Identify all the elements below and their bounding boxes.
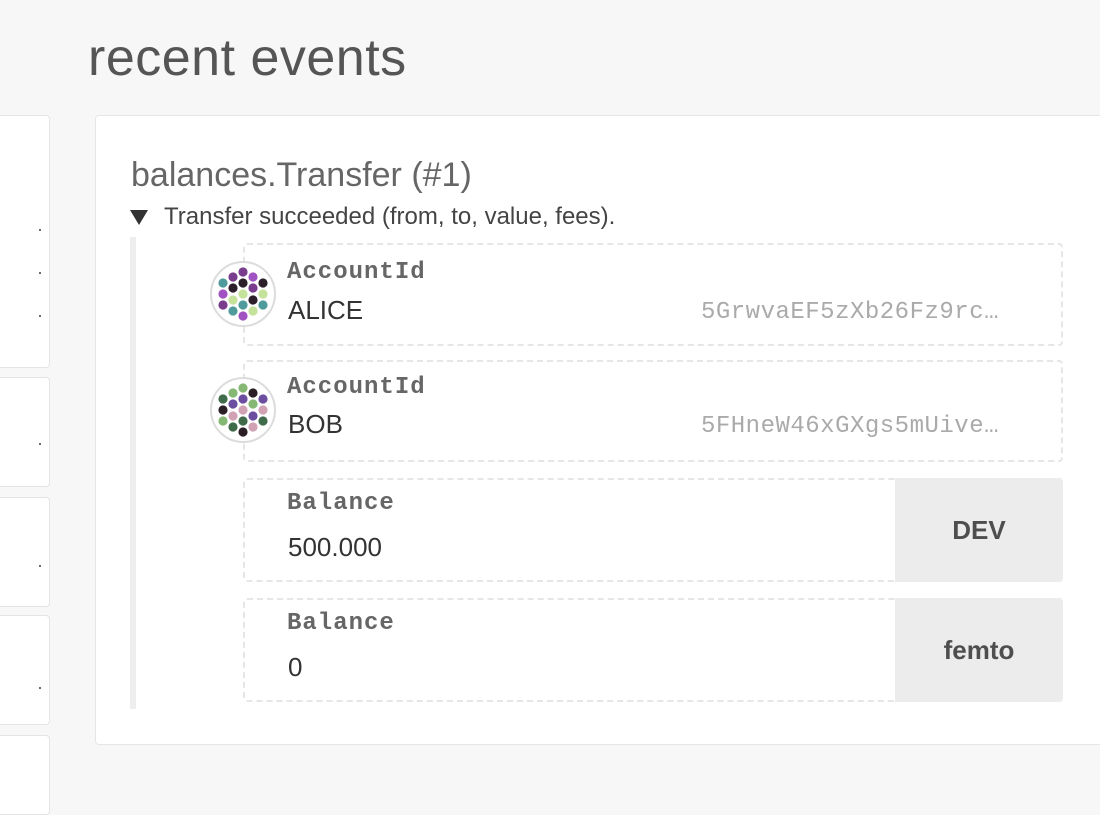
identicon-dot <box>228 295 238 305</box>
identicon-dot <box>228 411 238 421</box>
identicon-dot <box>248 272 258 282</box>
balance-value: 0 <box>288 652 303 682</box>
identicon-dot <box>238 267 248 277</box>
param-type-label: Balance <box>287 490 395 517</box>
identicon-dot <box>248 422 258 432</box>
ellipsis-dot: · <box>37 433 43 453</box>
event-card[interactable]: balances.Transfer (#1) Transfer succeede… <box>95 115 1100 745</box>
unit-dropdown[interactable]: DEV <box>895 478 1063 582</box>
identicon-dot <box>238 278 248 288</box>
param-balance-value[interactable]: Balance 500.000 DEV <box>243 478 1063 582</box>
identicon-dot <box>228 306 238 316</box>
left-card-4[interactable]: · <box>0 615 50 725</box>
identicon-dot <box>248 399 258 409</box>
identicon-dot <box>248 306 258 316</box>
identicon-dot <box>258 394 268 404</box>
left-card-5[interactable] <box>0 735 50 815</box>
left-card-3[interactable]: · <box>0 497 50 607</box>
param-type-label: Balance <box>287 610 395 637</box>
identicon-dot <box>228 272 238 282</box>
identicon-dot <box>248 295 258 305</box>
param-account-bob[interactable]: AccountId BOB 5FHneW46xGXgs5mUive… <box>243 360 1063 462</box>
identicon-dot <box>238 311 248 321</box>
identicon-dot <box>218 300 228 310</box>
page-title: recent events <box>88 29 407 87</box>
identicon-dot <box>218 289 228 299</box>
identicon-dot <box>238 394 248 404</box>
left-card-1[interactable]: · · · <box>0 115 50 368</box>
identicon-dot <box>258 289 268 299</box>
identicon-dot <box>258 416 268 426</box>
identicon-dot <box>228 422 238 432</box>
identicon-dot <box>258 405 268 415</box>
account-address[interactable]: 5GrwvaEF5zXb26Fz9rc… <box>701 299 999 326</box>
identicon-dot <box>238 289 248 299</box>
params-indent-bar <box>130 237 136 709</box>
identicon-dot <box>228 399 238 409</box>
account-name: ALICE <box>288 295 364 325</box>
account-address[interactable]: 5FHneW46xGXgs5mUive… <box>701 413 999 440</box>
identicon-dot <box>258 300 268 310</box>
identicon-dot <box>228 388 238 398</box>
account-name: BOB <box>288 409 343 439</box>
balance-value: 500.000 <box>288 532 382 562</box>
identicon-icon[interactable] <box>210 261 276 327</box>
ellipsis-dot: · <box>37 677 43 697</box>
identicon-dot <box>238 416 248 426</box>
identicon-dot <box>218 405 228 415</box>
identicon-dot <box>218 416 228 426</box>
identicon-dot <box>248 283 258 293</box>
identicon-dot <box>228 283 238 293</box>
ellipsis-dot: · <box>37 219 43 239</box>
identicon-pattern <box>218 267 268 321</box>
unit-dropdown[interactable]: femto <box>895 598 1063 702</box>
identicon-dot <box>248 411 258 421</box>
caret-down-icon[interactable] <box>130 209 148 225</box>
identicon-dot <box>258 278 268 288</box>
event-summary-toggle[interactable]: Transfer succeeded (from, to, value, fee… <box>130 203 615 231</box>
identicon-pattern <box>218 383 268 437</box>
identicon-dot <box>238 383 248 393</box>
param-type-label: AccountId <box>287 259 426 286</box>
param-account-alice[interactable]: AccountId ALICE 5GrwvaEF5zXb26Fz9rc… <box>243 243 1063 346</box>
identicon-dot <box>248 388 258 398</box>
left-card-2[interactable]: · <box>0 377 50 487</box>
ellipsis-dot: · <box>37 555 43 575</box>
ellipsis-dot: · <box>37 305 43 325</box>
identicon-dot <box>238 300 248 310</box>
identicon-dot <box>238 427 248 437</box>
identicon-dot <box>218 278 228 288</box>
identicon-icon[interactable] <box>210 377 276 443</box>
event-title: balances.Transfer (#1) <box>131 156 472 194</box>
identicon-dot <box>218 394 228 404</box>
param-type-label: AccountId <box>287 374 426 401</box>
event-summary-text: Transfer succeeded (from, to, value, fee… <box>164 203 616 230</box>
param-balance-fees[interactable]: Balance 0 femto <box>243 598 1063 702</box>
identicon-dot <box>238 405 248 415</box>
ellipsis-dot: · <box>37 262 43 282</box>
